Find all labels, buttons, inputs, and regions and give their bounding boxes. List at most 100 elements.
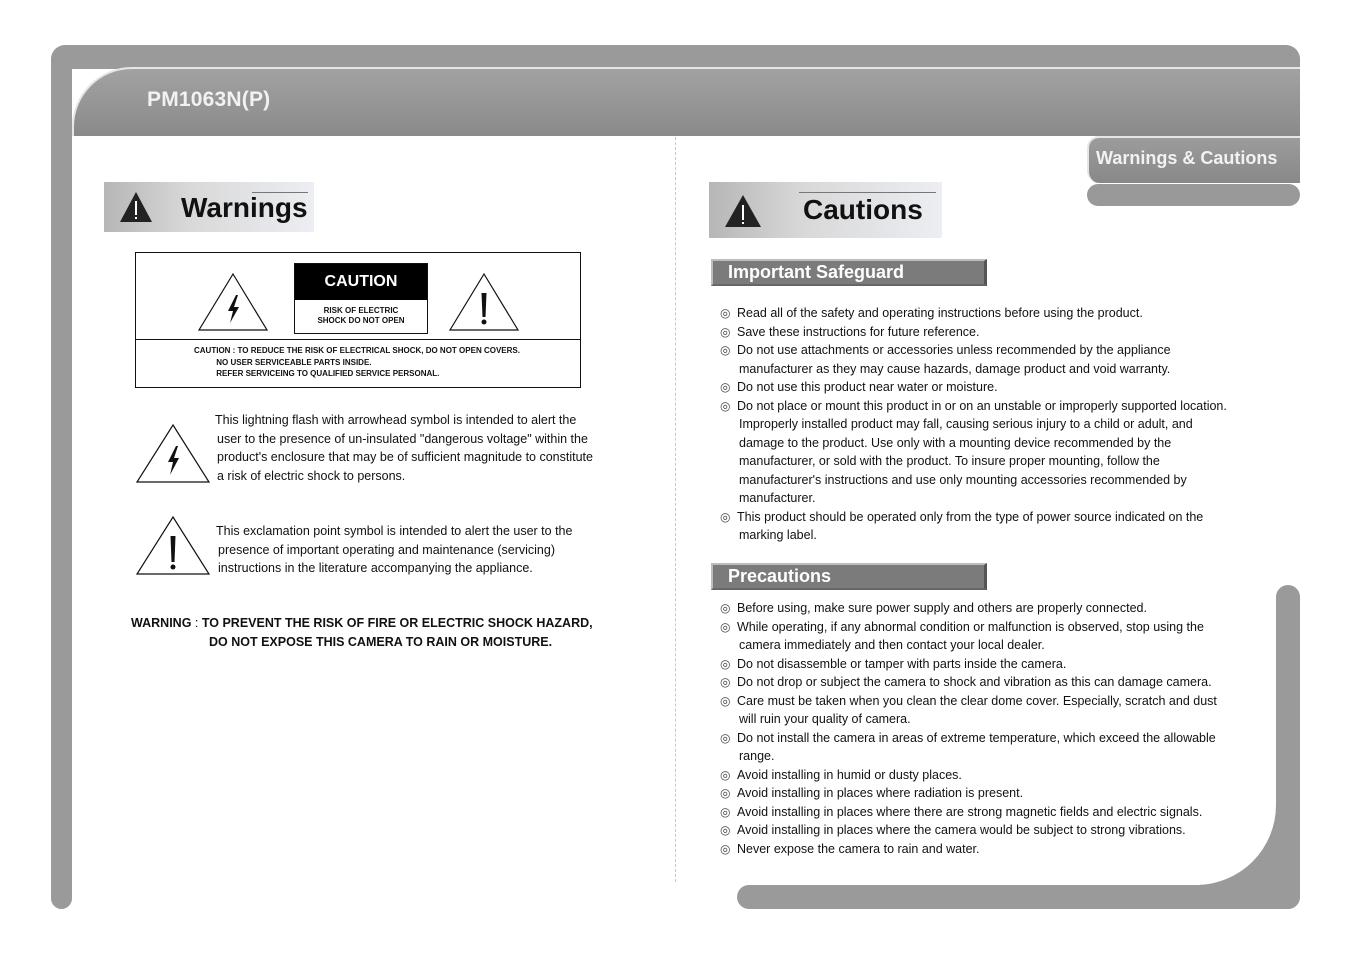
list-item-continuation: range. xyxy=(739,749,775,763)
list-item-text: Avoid installing in places where the cam… xyxy=(737,823,1186,837)
list-item-text: Do not drop or subject the camera to sho… xyxy=(737,675,1212,689)
list-item-text: Avoid installing in places where radiati… xyxy=(737,786,1024,800)
list-item-text: Do not use this product near water or mo… xyxy=(737,380,998,394)
list-item-continuation: manufacturer. xyxy=(739,491,816,505)
caution-label-title: CAUTION xyxy=(295,264,427,300)
page-divider xyxy=(675,137,676,882)
list-item: ◎ Save these instructions for future refe… xyxy=(720,323,1227,342)
list-item-text: Before using, make sure power supply and… xyxy=(737,601,1147,615)
caution-label-subtitle: RISK OF ELECTRIC SHOCK DO NOT OPEN xyxy=(295,300,427,326)
bullet-icon: ◎ xyxy=(720,509,731,524)
caution-label-line: SHOCK DO NOT OPEN xyxy=(317,316,405,325)
list-item: ◎ Do not drop or subject the camera to sh… xyxy=(720,673,1217,692)
list-item: ◎ Do not disassemble or tamper with parts… xyxy=(720,655,1217,674)
precautions-title: Precautions xyxy=(728,566,832,586)
list-item-continuation: camera immediately and then contact your… xyxy=(739,638,1045,652)
caution-notice: CAUTION : TO REDUCE THE RISK OF ELECTRIC… xyxy=(194,346,520,378)
bullet-icon: ◎ xyxy=(720,804,731,819)
caution-label-box: CAUTION RISK OF ELECTRIC SHOCK DO NOT OP… xyxy=(135,252,581,388)
description-line: product's enclosure that may be of suffi… xyxy=(217,450,593,464)
list-item: ◎ Read all of the safety and operating in… xyxy=(720,304,1227,323)
warnings-title: Warnings xyxy=(181,192,308,223)
list-item-text: Care must be taken when you clean the cl… xyxy=(737,693,1217,708)
model-title: PM1063N(P) xyxy=(147,88,271,111)
final-warning-line: TO PREVENT THE RISK OF FIRE OR ELECTRIC … xyxy=(201,616,593,630)
bullet-icon: ◎ xyxy=(720,601,731,615)
list-item: ◎ Care must be taken when you clean the c… xyxy=(720,692,1217,711)
list-item: ◎ Do not use attachments or accessories u… xyxy=(720,341,1227,360)
section-tab-label: Warnings & Cautions xyxy=(1096,148,1278,168)
list-item-continuation: marking label. xyxy=(739,528,817,542)
list-item: ◎ Avoid installing in humid or dusty plac… xyxy=(720,766,1217,785)
bullet-icon: ◎ xyxy=(720,343,731,357)
list-item-text: Do not use attachments or accessories un… xyxy=(737,343,1171,357)
bullet-icon: ◎ xyxy=(720,767,731,782)
list-item-continuation: Improperly installed product may fall, c… xyxy=(739,417,1193,431)
list-item-text: While operating, if any abnormal conditi… xyxy=(737,619,1204,634)
list-item: ◎ Never expose the camera to rain and wat… xyxy=(720,840,1217,859)
page-frame-left xyxy=(51,60,72,909)
description-line: user to the presence of un-insulated "da… xyxy=(217,431,588,446)
list-item: ◎ Avoid installing in places where radiat… xyxy=(720,784,1217,803)
warning-triangle-icon xyxy=(725,195,761,227)
list-item-text: Avoid installing in humid or dusty place… xyxy=(737,767,962,782)
warnings-header: Warnings xyxy=(104,182,314,232)
list-item-continuation: manufacturer as they may cause hazards, … xyxy=(739,361,1171,376)
list-item: ◎ This product should be operated only fr… xyxy=(720,508,1227,527)
page-frame-bottom xyxy=(737,885,1300,909)
list-item: ◎ Avoid installing in places where the ca… xyxy=(720,821,1217,840)
precautions-list: ◎ Before using, make sure power supply an… xyxy=(720,599,1217,858)
final-warning-separator: : xyxy=(191,616,202,630)
important-safeguard-title: Important Safeguard xyxy=(728,262,905,282)
important-safeguard-list: ◎ Read all of the safety and operating in… xyxy=(720,304,1227,545)
list-item: ◎ Do not install the camera in areas of e… xyxy=(720,729,1217,748)
list-item-text: Do not place or mount this product in or… xyxy=(737,398,1227,413)
list-item-text: Read all of the safety and operating ins… xyxy=(737,306,1143,320)
bullet-icon: ◎ xyxy=(720,786,731,800)
header-rule xyxy=(799,192,936,193)
list-item-continuation: manufacturer's instructions and use only… xyxy=(739,472,1187,487)
description-line: This exclamation point symbol is intende… xyxy=(216,524,573,538)
bullet-icon: ◎ xyxy=(720,823,731,837)
list-item: ◎ While operating, if any abnormal condit… xyxy=(720,618,1217,637)
exclamation-symbol-description: This exclamation point symbol is intende… xyxy=(216,522,616,578)
bullet-icon: ◎ xyxy=(720,656,731,671)
description-line: instructions in the literature accompany… xyxy=(218,561,533,575)
page-frame-top xyxy=(51,45,1300,69)
list-item-text: Save these instructions for future refer… xyxy=(737,324,980,339)
final-warning-label: WARNING xyxy=(131,616,192,630)
bullet-icon: ◎ xyxy=(720,324,731,339)
section-tab-stub xyxy=(1087,184,1300,206)
bullet-icon: ◎ xyxy=(720,693,731,708)
list-item: ◎ Do not use this product near water or m… xyxy=(720,378,1227,397)
list-item-continuation: will ruin your quality of camera. xyxy=(739,712,911,726)
list-item-text: Never expose the camera to rain and wate… xyxy=(737,841,980,856)
list-item: ◎ Before using, make sure power supply an… xyxy=(720,599,1217,618)
description-line: a risk of electric shock to persons. xyxy=(217,468,406,483)
bullet-icon: ◎ xyxy=(720,306,731,320)
caution-box-separator xyxy=(136,339,580,340)
list-item-continuation: manufacturer, or sold with the product. … xyxy=(739,454,1160,468)
final-warning: WARNING : TO PREVENT THE RISK OF FIRE OR… xyxy=(131,614,593,652)
list-item-text: Avoid installing in places where there a… xyxy=(737,804,1203,819)
list-item-text: Do not disassemble or tamper with parts … xyxy=(737,656,1067,671)
list-item: ◎ Do not place or mount this product in o… xyxy=(720,397,1227,416)
bullet-icon: ◎ xyxy=(720,675,731,689)
page-frame-right xyxy=(1276,585,1300,909)
bullet-icon: ◎ xyxy=(720,619,731,634)
list-item-text: This product should be operated only fro… xyxy=(737,509,1204,524)
description-line: presence of important operating and main… xyxy=(218,542,555,557)
list-item-continuation: damage to the product. Use only with a m… xyxy=(739,435,1172,450)
bullet-icon: ◎ xyxy=(720,730,731,745)
precautions-header: Precautions xyxy=(711,563,987,590)
caution-label-line: RISK OF ELECTRIC xyxy=(323,306,399,315)
cautions-title: Cautions xyxy=(803,194,923,225)
bullet-icon: ◎ xyxy=(720,841,731,856)
exclamation-warning-icon xyxy=(448,272,520,331)
list-item: ◎ Avoid installing in places where there … xyxy=(720,803,1217,822)
lightning-symbol-description: This lightning flash with arrowhead symb… xyxy=(215,411,615,485)
lightning-warning-icon xyxy=(135,423,211,483)
final-warning-line: DO NOT EXPOSE THIS CAMERA TO RAIN OR MOI… xyxy=(209,635,553,649)
caution-label: CAUTION RISK OF ELECTRIC SHOCK DO NOT OP… xyxy=(294,263,428,334)
lightning-warning-icon xyxy=(197,272,269,331)
